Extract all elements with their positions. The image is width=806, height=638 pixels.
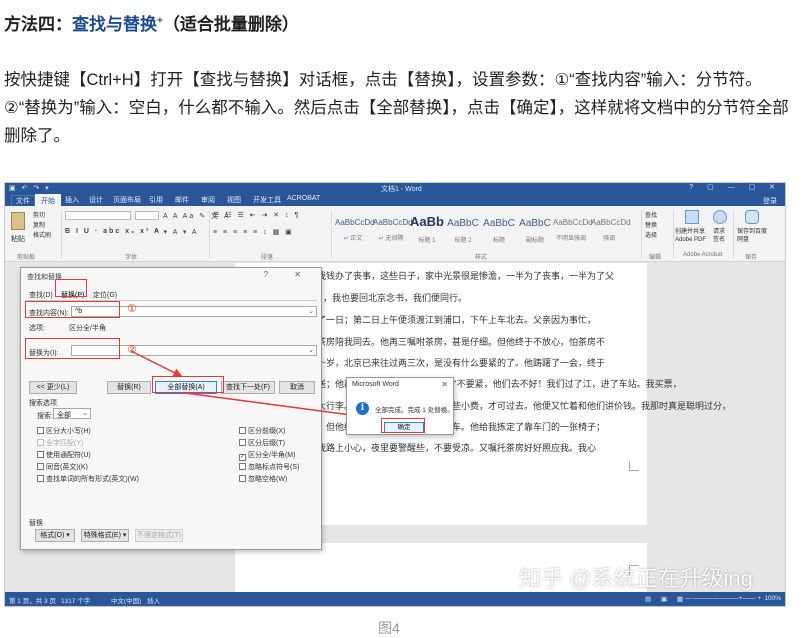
heading-suffix: （适合批量删除） [162, 15, 299, 34]
ok-highlight [381, 418, 425, 433]
heading-prefix: 方法四： [4, 15, 72, 34]
heading-highlight: 查找与替换 [72, 15, 157, 34]
message-body: 全部完成。完成 1 处替换。 [375, 407, 454, 414]
arrow-to-replace-all [130, 350, 183, 377]
word-screenshot: ▣ ↶ ↷ ▾ 文档1 - Word ? ▢ — ▢ ✕ 文件 开始 插入 设计… [4, 182, 786, 607]
watermark: 知乎 @系统正在升级ing [519, 566, 753, 591]
section-heading: 方法四：查找与替换+（适合批量删除） [4, 10, 299, 35]
close-icon[interactable]: ✕ [441, 380, 448, 389]
instruction-paragraph: 按快捷键【Ctrl+H】打开【查找与替换】对话框，点击【替换】，设置参数：①“查… [4, 71, 789, 145]
info-icon: i [356, 402, 369, 415]
message-title: Microsoft Word [352, 381, 399, 388]
figure-caption: 图4 [378, 620, 400, 636]
